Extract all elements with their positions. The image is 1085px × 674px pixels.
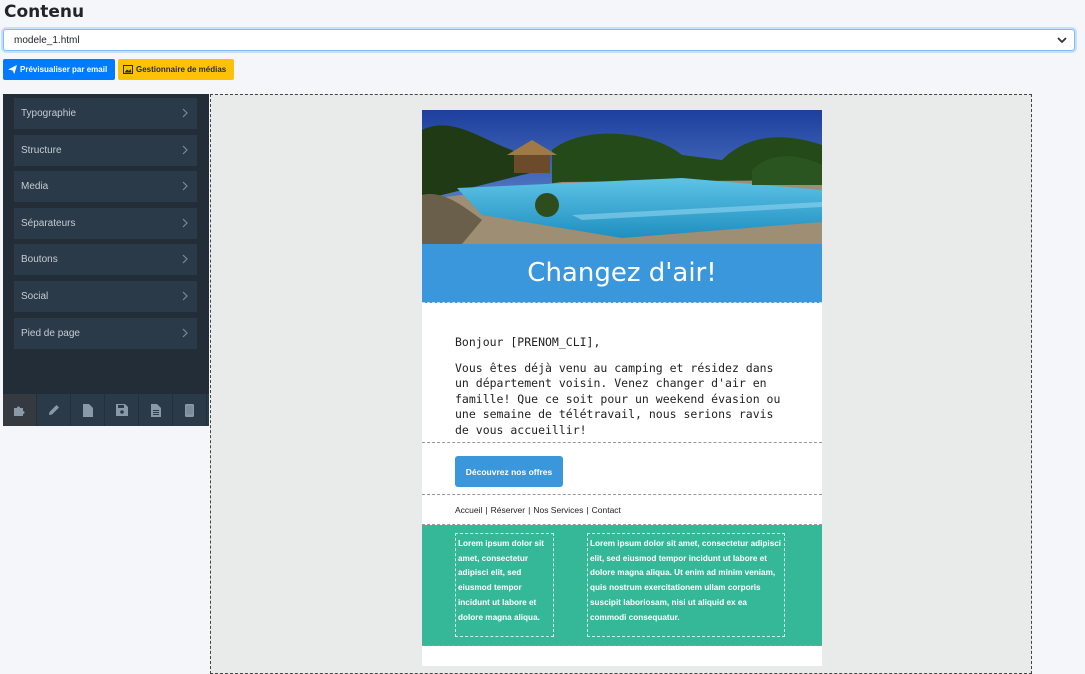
paper-plane-icon: [8, 65, 17, 74]
puzzle-icon: [14, 406, 25, 416]
edit-tool-button[interactable]: [37, 394, 71, 426]
email-next-block: [422, 646, 822, 666]
sidebar-item-media[interactable]: Media: [14, 171, 197, 202]
sidebar-item-label: Typographie: [21, 108, 77, 119]
file-icon: [82, 403, 93, 417]
link-nos-services[interactable]: Nos Services: [533, 505, 583, 515]
save-tool-button[interactable]: [105, 394, 139, 426]
email-text-block[interactable]: Bonjour [PRENOM_CLI], Vous êtes déjà ven…: [422, 303, 822, 443]
sidebar-item-label: Pied de page: [21, 328, 80, 339]
page-title: Contenu: [4, 2, 85, 22]
template-select[interactable]: modele_1.html: [3, 29, 1075, 51]
media-manager-button[interactable]: Gestionnaire de médias: [118, 59, 234, 80]
file-text-icon: [150, 403, 161, 417]
template-select-value: modele_1.html: [14, 34, 80, 46]
sidebar-item-structure[interactable]: Structure: [14, 135, 197, 166]
chevron-right-icon: [182, 291, 188, 301]
pencil-icon: [48, 405, 59, 415]
mobile-preview-button[interactable]: [173, 394, 207, 426]
chevron-right-icon: [182, 108, 188, 118]
sidebar-item-separateurs[interactable]: Séparateurs: [14, 208, 197, 239]
preview-email-label: Prévisualiser par email: [20, 65, 108, 74]
link-contact[interactable]: Contact: [592, 505, 621, 515]
media-manager-label: Gestionnaire de médias: [136, 65, 227, 74]
sidebar-item-label: Boutons: [21, 254, 58, 265]
column-text-left[interactable]: Lorem ipsum dolor sit amet, consectetur …: [455, 533, 554, 637]
editor-toolbar: [3, 394, 209, 426]
sidebar-item-label: Séparateurs: [21, 218, 76, 229]
sidebar-item-social[interactable]: Social: [14, 281, 197, 312]
column-text-right[interactable]: Lorem ipsum dolor sit amet, consectetur …: [587, 533, 785, 637]
email-banner-title[interactable]: Changez d'air!: [422, 244, 822, 303]
link-reserver[interactable]: Réserver: [491, 505, 525, 515]
sidebar-item-pied-de-page[interactable]: Pied de page: [14, 318, 197, 349]
link-accueil[interactable]: Accueil: [455, 505, 482, 515]
email-greeting: Bonjour [PRENOM_CLI],: [455, 335, 601, 349]
sidebar-item-label: Media: [21, 181, 49, 192]
email-body: Vous êtes déjà venu au camping et réside…: [455, 360, 781, 437]
sidebar-item-boutons[interactable]: Boutons: [14, 244, 197, 275]
chevron-right-icon: [182, 328, 188, 338]
image-icon: [123, 65, 133, 74]
blocks-tool-button[interactable]: [3, 394, 37, 426]
preview-email-button[interactable]: Prévisualiser par email: [3, 59, 115, 80]
cta-button[interactable]: Découvrez nos offres: [455, 456, 563, 487]
email-footer-links: Accueil | Réserver | Nos Services | Contact: [422, 495, 822, 525]
source-tool-button[interactable]: [139, 394, 173, 426]
editor-sidebar: Typographie Structure Media Séparateurs …: [3, 94, 209, 426]
sidebar-item-label: Structure: [21, 145, 62, 156]
hero-image-pool[interactable]: [422, 110, 822, 244]
chevron-right-icon: [182, 145, 188, 155]
mobile-icon: [185, 403, 194, 417]
page-tool-button[interactable]: [71, 394, 105, 426]
two-column-block: Lorem ipsum dolor sit amet, consectetur …: [422, 525, 822, 646]
sidebar-item-typographie[interactable]: Typographie: [14, 98, 197, 129]
sidebar-item-label: Social: [21, 291, 49, 302]
email-canvas[interactable]: Changez d'air! Bonjour [PRENOM_CLI], Vou…: [210, 94, 1032, 674]
block-menu: Typographie Structure Media Séparateurs …: [3, 94, 209, 394]
chevron-right-icon: [182, 218, 188, 228]
email-button-block: Découvrez nos offres: [422, 443, 822, 495]
save-icon: [115, 404, 128, 416]
chevron-down-icon: [1057, 37, 1067, 44]
email-template: Changez d'air! Bonjour [PRENOM_CLI], Vou…: [422, 110, 822, 666]
chevron-right-icon: [182, 254, 188, 264]
chevron-right-icon: [182, 181, 188, 191]
